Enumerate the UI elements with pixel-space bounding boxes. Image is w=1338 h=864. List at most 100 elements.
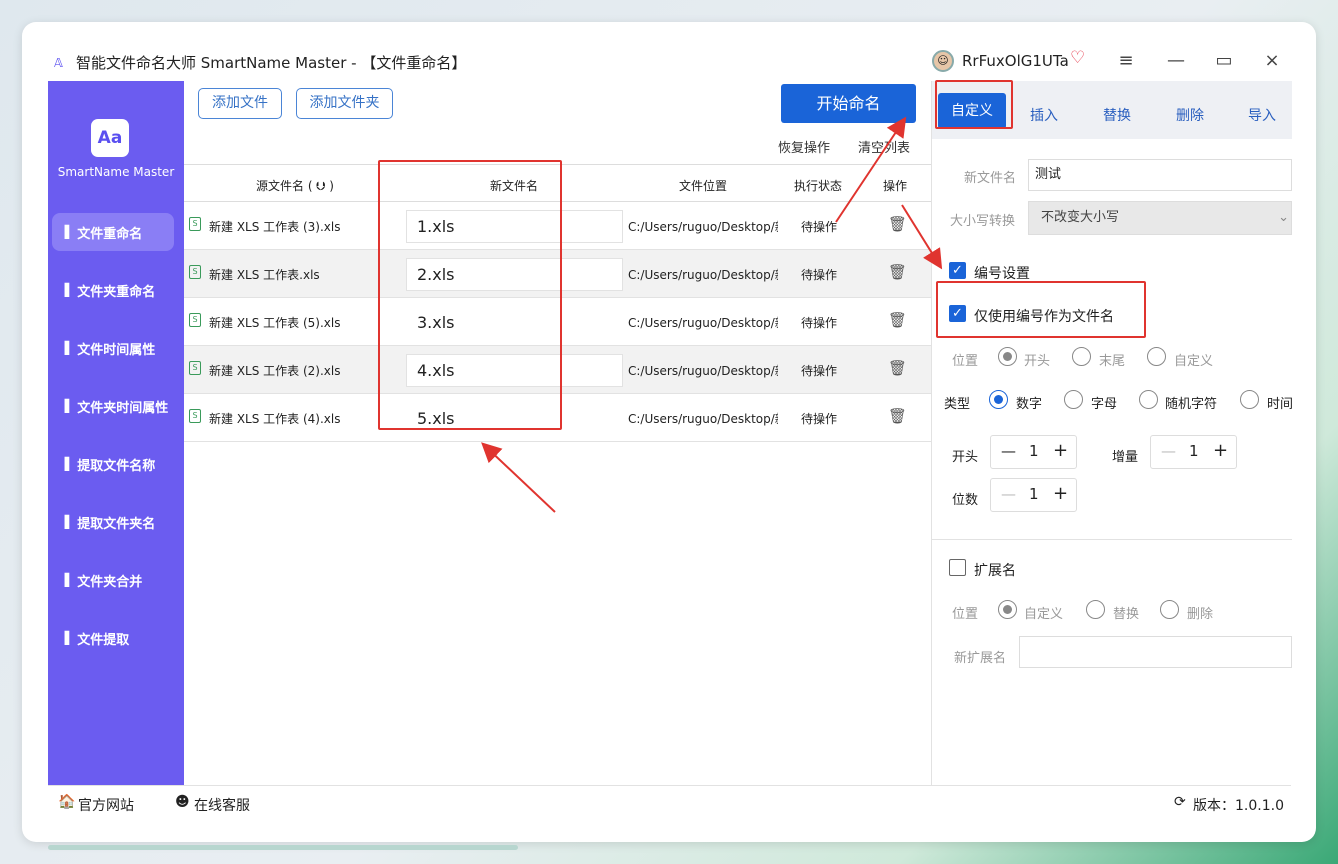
type-label: 类型 <box>944 397 971 412</box>
divider <box>932 539 1292 540</box>
plus-icon[interactable]: + <box>1053 483 1068 504</box>
tab-insert[interactable]: 插入 <box>1024 101 1064 131</box>
file-location: C:/Users/ruguo/Desktop/新 <box>628 316 778 330</box>
avatar[interactable]: ☺ <box>932 50 954 72</box>
sidebar-item-file-time[interactable]: ▐ 文件时间属性 <box>52 329 174 367</box>
file-location: C:/Users/ruguo/Desktop/新 <box>628 412 778 426</box>
trash-icon[interactable]: 🗑 <box>888 311 907 329</box>
increment-label: 增量 <box>1112 450 1139 465</box>
tab-delete[interactable]: 删除 <box>1170 101 1210 131</box>
status-text: 待操作 <box>801 364 838 378</box>
minus-icon[interactable]: — <box>1001 485 1016 503</box>
menu-icon[interactable]: ≡ <box>1114 50 1138 71</box>
xls-file-icon: S <box>189 409 201 423</box>
tab-replace[interactable]: 替换 <box>1097 101 1137 131</box>
position-custom-label: 自定义 <box>1174 354 1214 369</box>
position-end-radio[interactable] <box>1072 347 1091 366</box>
official-website-link[interactable]: 官方网站 <box>78 795 134 815</box>
annotation-box-only-number <box>936 281 1146 338</box>
ext-custom-radio[interactable] <box>998 600 1017 619</box>
type-random-radio[interactable] <box>1139 390 1158 409</box>
diamond-icon[interactable]: ♡ <box>1070 48 1085 68</box>
sidebar-item-label: 提取文件夹名 <box>77 516 156 532</box>
add-folder-button[interactable]: 添加文件夹 <box>296 88 393 119</box>
extension-label: 扩展名 <box>974 563 1016 579</box>
type-time-radio[interactable] <box>1240 390 1259 409</box>
type-letter-radio[interactable] <box>1064 390 1083 409</box>
minus-icon[interactable]: — <box>1001 442 1016 460</box>
trash-icon[interactable]: 🗑 <box>888 359 907 377</box>
position-end-label: 末尾 <box>1099 354 1126 369</box>
sidebar-item-label: 提取文件名称 <box>77 458 156 474</box>
numbering-label: 编号设置 <box>974 266 1030 282</box>
trash-icon[interactable]: 🗑 <box>888 407 907 425</box>
new-name-label: 新文件名 <box>964 171 1017 186</box>
sidebar-item-file-extract[interactable]: ▐ 文件提取 <box>52 619 174 657</box>
ext-delete-label: 删除 <box>1187 607 1214 622</box>
online-support-link[interactable]: 在线客服 <box>194 795 250 815</box>
maximize-button[interactable]: ▭ <box>1212 50 1236 71</box>
xls-file-icon: S <box>189 265 201 279</box>
add-file-button[interactable]: 添加文件 <box>198 88 282 119</box>
new-name-input[interactable]: 测试 <box>1028 159 1292 191</box>
sidebar-item-folder-rename[interactable]: ▐ 文件夹重命名 <box>52 271 174 309</box>
app-logo-icon: Aa <box>91 119 129 157</box>
new-ext-input[interactable] <box>1019 636 1292 668</box>
type-letter-label: 字母 <box>1091 397 1118 412</box>
status-text: 待操作 <box>801 412 838 426</box>
minus-icon[interactable]: — <box>1161 442 1176 460</box>
sidebar-item-label: 文件重命名 <box>77 226 143 242</box>
ext-position-label: 位置 <box>952 607 979 622</box>
type-number-radio[interactable] <box>989 390 1008 409</box>
xls-file-icon: S <box>189 217 201 231</box>
undo-button[interactable]: 恢复操作 <box>778 137 830 156</box>
sidebar-item-label: 文件夹合并 <box>77 574 143 590</box>
position-custom-radio[interactable] <box>1147 347 1166 366</box>
file-icon: ▐ <box>60 515 70 529</box>
sidebar-item-label: 文件提取 <box>77 632 130 648</box>
home-icon[interactable]: 🏠 <box>58 794 75 810</box>
digits-label: 位数 <box>952 493 979 508</box>
minimize-button[interactable]: — <box>1164 50 1188 71</box>
horizontal-scrollbar[interactable] <box>48 845 518 850</box>
ext-delete-radio[interactable] <box>1160 600 1179 619</box>
version-text: 版本：1.0.1.0 <box>1193 798 1284 814</box>
trash-icon[interactable]: 🗑 <box>888 263 907 281</box>
app-logo-icon: 𝔸 <box>54 55 63 70</box>
clear-list-button[interactable]: 清空列表 <box>858 137 910 156</box>
refresh-icon[interactable]: ⟳ <box>1174 794 1186 810</box>
annotation-box-custom-tab <box>935 80 1013 129</box>
new-ext-label: 新扩展名 <box>954 651 1007 666</box>
chevron-down-icon: ⌄ <box>1278 210 1289 225</box>
trash-icon[interactable]: 🗑 <box>888 215 907 233</box>
file-icon: ▐ <box>60 283 70 297</box>
support-icon[interactable]: ☻ <box>175 794 190 810</box>
xls-file-icon: S <box>189 313 201 327</box>
increment-stepper[interactable]: — 1 + <box>1150 435 1237 469</box>
extension-checkbox[interactable] <box>949 559 966 576</box>
start-rename-button[interactable]: 开始命名 <box>781 84 916 123</box>
sidebar-item-folder-merge[interactable]: ▐ 文件夹合并 <box>52 561 174 599</box>
sidebar-item-file-rename[interactable]: ▐ 文件重命名 <box>52 213 174 251</box>
settings-panel: 自定义 插入 替换 删除 导入 新文件名 测试 大小写转换 不改变大小写 ⌄ ✓ … <box>931 81 1292 785</box>
digits-stepper[interactable]: — 1 + <box>990 478 1077 512</box>
sidebar-item-extract-filename[interactable]: ▐ 提取文件名称 <box>52 445 174 483</box>
plus-icon[interactable]: + <box>1213 440 1228 461</box>
position-start-label: 开头 <box>1024 354 1051 369</box>
numbering-checkbox[interactable]: ✓ <box>949 262 966 279</box>
sidebar-item-folder-time[interactable]: ▐ 文件夹时间属性 <box>52 387 174 425</box>
start-stepper[interactable]: — 1 + <box>990 435 1077 469</box>
case-select[interactable]: 不改变大小写 ⌄ <box>1028 201 1292 235</box>
ext-replace-radio[interactable] <box>1086 600 1105 619</box>
file-icon: ▐ <box>60 341 70 355</box>
column-header-source[interactable]: 源文件名 ( ⮋ ) <box>256 177 334 194</box>
username[interactable]: RrFuxOlG1UTa <box>962 52 1069 70</box>
ext-custom-label: 自定义 <box>1024 607 1064 622</box>
close-button[interactable]: × <box>1260 50 1284 71</box>
column-header-status: 执行状态 <box>794 179 843 193</box>
sidebar-item-label: 文件时间属性 <box>77 342 156 358</box>
position-start-radio[interactable] <box>998 347 1017 366</box>
plus-icon[interactable]: + <box>1053 440 1068 461</box>
tab-import[interactable]: 导入 <box>1242 101 1282 131</box>
sidebar-item-extract-foldername[interactable]: ▐ 提取文件夹名 <box>52 503 174 541</box>
